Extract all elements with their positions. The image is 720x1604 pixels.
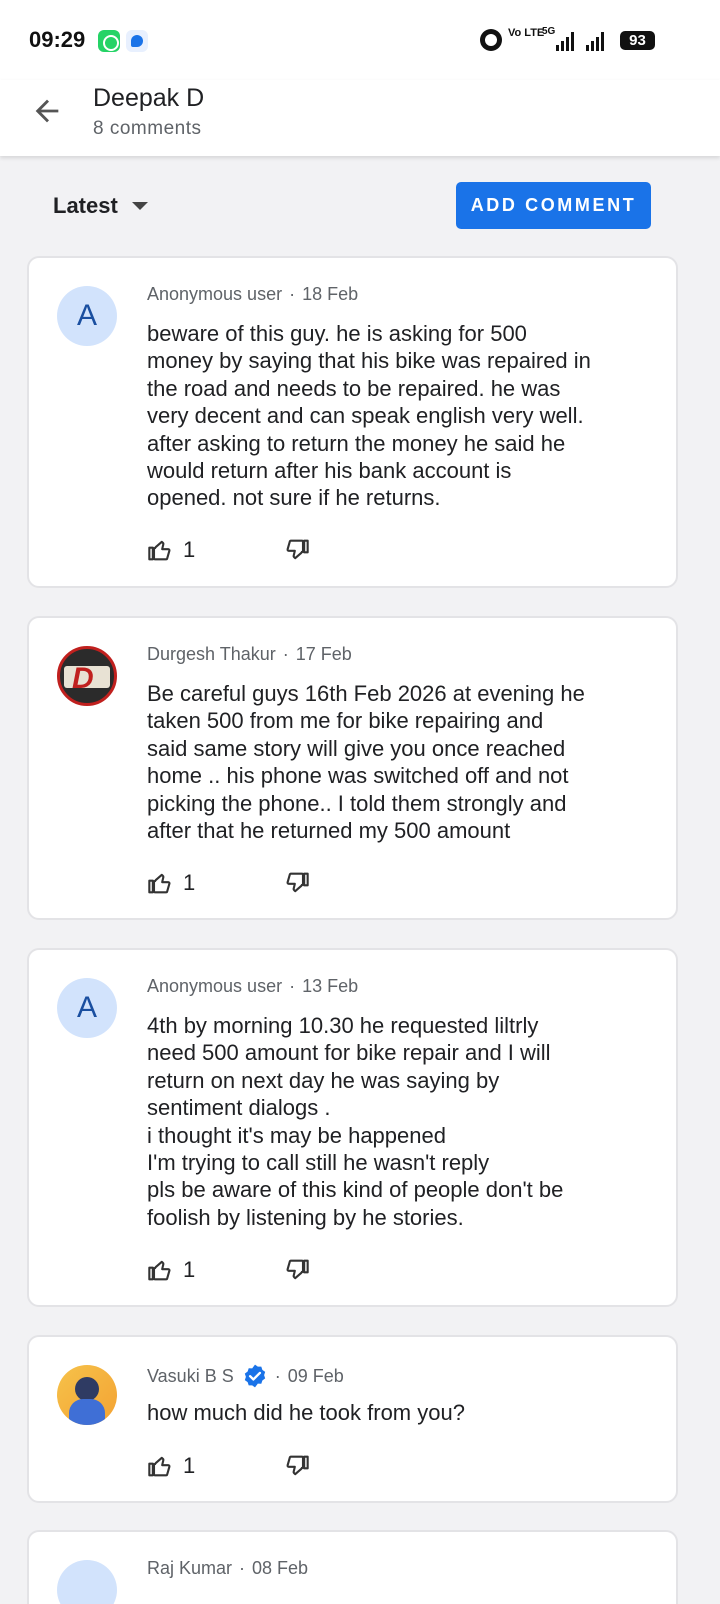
comment-actions: 1 xyxy=(147,536,309,564)
comment-actions: 1 xyxy=(147,869,309,897)
signal-icon xyxy=(556,31,574,51)
thumb-down-icon xyxy=(286,539,309,560)
like-count: 1 xyxy=(183,1257,196,1282)
like-button[interactable]: 1 xyxy=(147,869,195,897)
status-bar: 09:29 Vo LTE 5G 93 xyxy=(0,0,720,80)
like-button[interactable]: 1 xyxy=(147,1256,195,1284)
caret-down-icon xyxy=(131,202,148,210)
thumb-up-icon xyxy=(148,1456,171,1477)
comment-card: Durgesh Thakur · 17 Feb Be careful guys … xyxy=(27,616,678,920)
page-title: Deepak D xyxy=(93,84,205,112)
comment-text: 4th by morning 10.30 he requested liltrl… xyxy=(147,1013,564,1230)
sort-label: Latest xyxy=(53,193,118,218)
thumb-down-icon xyxy=(286,1259,309,1280)
comment-date: 13 Feb xyxy=(302,976,359,996)
comment-meta: Vasuki B S · 09 Feb xyxy=(147,1363,344,1389)
like-count: 1 xyxy=(183,537,196,562)
comment-author: Durgesh Thakur xyxy=(147,644,276,664)
avatar xyxy=(57,646,117,706)
network-type-label: 5G xyxy=(542,26,556,37)
meta-separator: · xyxy=(282,644,289,664)
sort-dropdown[interactable]: Latest xyxy=(53,193,148,219)
status-time: 09:29 xyxy=(29,27,86,52)
like-count: 1 xyxy=(183,1453,196,1478)
like-button[interactable]: 1 xyxy=(147,1452,195,1480)
comment-author: Raj Kumar xyxy=(147,1558,233,1578)
dislike-button[interactable] xyxy=(282,536,310,564)
comment-card: Vasuki B S · 09 Feb how much did he took… xyxy=(27,1335,678,1503)
app-header: Deepak D 8 comments xyxy=(0,80,720,156)
like-count: 1 xyxy=(183,870,196,895)
comment-card: A Anonymous user · 18 Feb beware of this… xyxy=(27,256,678,588)
meta-separator: · xyxy=(289,284,296,304)
thumb-up-icon xyxy=(148,1260,171,1281)
comment-meta: Anonymous user · 13 Feb xyxy=(147,976,358,997)
verified-badge-icon xyxy=(244,1364,265,1388)
thumb-down-icon xyxy=(286,872,309,893)
like-button[interactable]: 1 xyxy=(147,536,195,564)
comment-card: Raj Kumar · 08 Feb xyxy=(27,1530,678,1604)
dislike-button[interactable] xyxy=(282,869,310,897)
battery-icon: 93 xyxy=(620,31,655,50)
alarm-icon xyxy=(480,29,502,51)
comment-meta: Anonymous user · 18 Feb xyxy=(147,284,358,305)
avatar: A xyxy=(57,978,117,1038)
comment-text: how much did he took from you? xyxy=(147,1400,465,1425)
comment-text: Be careful guys 16th Feb 2026 at evening… xyxy=(147,681,585,844)
arrow-back-icon[interactable] xyxy=(30,94,64,128)
thumb-up-icon xyxy=(148,540,171,561)
meta-separator: · xyxy=(289,976,296,996)
comment-author: Vasuki B S xyxy=(147,1365,234,1386)
meta-separator: · xyxy=(274,1365,281,1386)
signal-icon-2 xyxy=(586,31,604,51)
comment-count: 8 comments xyxy=(93,118,202,139)
thumb-down-icon xyxy=(286,1455,309,1476)
volte-indicator: Vo LTE xyxy=(508,27,545,39)
comment-date: 18 Feb xyxy=(302,284,359,304)
comment-date: 17 Feb xyxy=(295,644,352,664)
comment-date: 09 Feb xyxy=(287,1365,344,1386)
comment-actions: 1 xyxy=(147,1256,309,1284)
comment-meta: Raj Kumar · 08 Feb xyxy=(147,1558,308,1579)
avatar xyxy=(57,1560,117,1604)
whatsapp-icon xyxy=(98,30,120,52)
app-notification-icon xyxy=(126,30,148,52)
dislike-button[interactable] xyxy=(282,1256,310,1284)
comment-date: 08 Feb xyxy=(252,1558,309,1578)
avatar: A xyxy=(57,286,117,346)
comment-actions: 1 xyxy=(147,1452,309,1480)
dislike-button[interactable] xyxy=(282,1452,310,1480)
comment-card: A Anonymous user · 13 Feb 4th by morning… xyxy=(27,948,678,1307)
comment-author: Anonymous user xyxy=(147,976,283,996)
avatar xyxy=(57,1365,117,1425)
comment-text: beware of this guy. he is asking for 500… xyxy=(147,321,591,511)
thumb-up-icon xyxy=(148,873,171,894)
comment-author: Anonymous user xyxy=(147,284,283,304)
add-comment-button[interactable]: ADD COMMENT xyxy=(456,182,651,229)
comment-meta: Durgesh Thakur · 17 Feb xyxy=(147,644,352,665)
meta-separator: · xyxy=(239,1558,246,1578)
